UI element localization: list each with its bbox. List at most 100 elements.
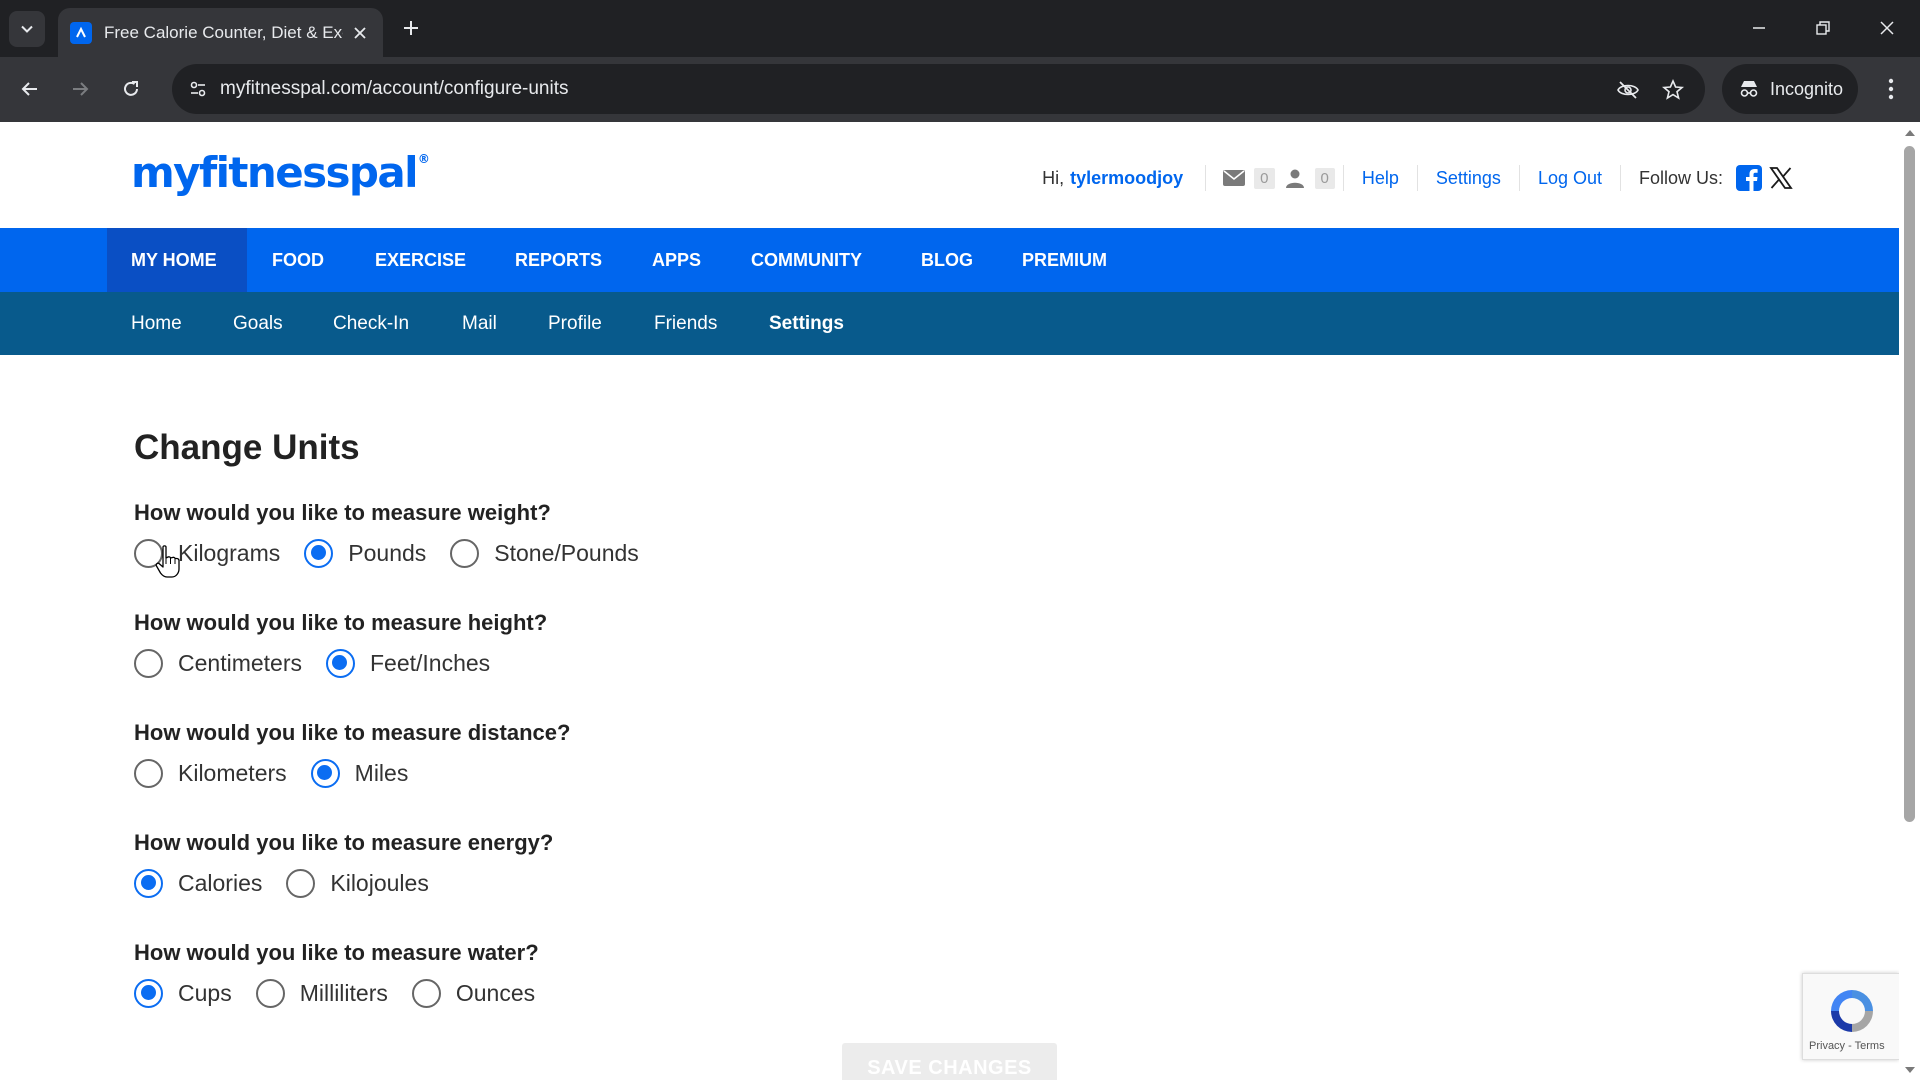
water-option-ounces[interactable]: Ounces xyxy=(411,978,535,1008)
reload-icon[interactable] xyxy=(114,72,148,106)
sub-navigation: Home Goals Check-In Mail Profile Friends… xyxy=(0,292,1899,355)
sub-nav-home[interactable]: Home xyxy=(131,292,182,355)
kilometers-label[interactable]: Kilometers xyxy=(178,760,287,787)
weight-option-pounds[interactable]: Pounds xyxy=(304,538,426,568)
recaptcha-badge[interactable]: Privacy - Terms xyxy=(1802,973,1899,1060)
height-options: Centimeters Feet/Inches xyxy=(134,645,514,681)
eye-slash-icon[interactable] xyxy=(1614,76,1642,104)
back-arrow-icon[interactable] xyxy=(13,72,47,106)
centimeters-label[interactable]: Centimeters xyxy=(178,650,302,677)
scrollbar-thumb[interactable] xyxy=(1904,146,1915,822)
distance-question: How would you like to measure distance? xyxy=(134,720,571,745)
pounds-label[interactable]: Pounds xyxy=(348,540,426,567)
kilojoules-label[interactable]: Kilojoules xyxy=(330,870,428,897)
main-nav-exercise[interactable]: EXERCISE xyxy=(375,228,466,292)
bookmark-star-icon[interactable] xyxy=(1659,76,1687,104)
scroll-up-arrow-icon[interactable] xyxy=(1899,124,1920,140)
close-window-icon[interactable] xyxy=(1869,12,1905,44)
recaptcha-privacy-terms[interactable]: Privacy - Terms xyxy=(1809,1040,1885,1052)
incognito-indicator[interactable]: Incognito xyxy=(1722,64,1858,114)
friend-request-person-icon[interactable] xyxy=(1283,166,1307,190)
sub-nav-settings[interactable]: Settings xyxy=(769,292,844,355)
calories-radio[interactable] xyxy=(134,868,163,898)
incognito-icon xyxy=(1740,81,1758,97)
pounds-radio[interactable] xyxy=(304,538,334,568)
logout-link[interactable]: Log Out xyxy=(1538,168,1602,189)
tab-title: Free Calorie Counter, Diet & Exercise xyxy=(104,22,343,42)
browser-tab-active[interactable]: Free Calorie Counter, Diet & Exercise xyxy=(58,8,383,57)
page-scrollbar[interactable] xyxy=(1899,122,1920,1080)
restore-window-icon[interactable] xyxy=(1805,12,1841,44)
water-options: Cups Milliliters Ounces xyxy=(134,975,559,1011)
divider xyxy=(1518,165,1520,191)
friend-count-badge[interactable]: 0 xyxy=(1314,167,1335,189)
feet-inches-radio[interactable] xyxy=(325,648,355,678)
sub-nav-profile[interactable]: Profile xyxy=(548,292,602,355)
energy-option-kilojoules[interactable]: Kilojoules xyxy=(286,868,429,898)
x-twitter-icon[interactable] xyxy=(1767,164,1795,192)
greeting-label: Hi, xyxy=(1042,167,1065,188)
cups-radio[interactable] xyxy=(134,978,163,1008)
distance-option-kilometers[interactable]: Kilometers xyxy=(134,758,287,788)
milliliters-radio[interactable] xyxy=(255,978,285,1008)
forward-arrow-icon[interactable] xyxy=(63,72,97,106)
tab-close-icon[interactable] xyxy=(349,22,371,44)
height-option-centimeters[interactable]: Centimeters xyxy=(134,648,302,678)
save-changes-button[interactable]: SAVE CHANGES xyxy=(842,1043,1057,1080)
centimeters-radio[interactable] xyxy=(134,648,163,678)
height-option-feet-inches[interactable]: Feet/Inches xyxy=(325,648,490,678)
mail-count-badge[interactable]: 0 xyxy=(1254,167,1275,189)
main-nav-premium[interactable]: PREMIUM xyxy=(1022,228,1107,292)
recaptcha-icon xyxy=(1831,990,1873,1032)
divider xyxy=(1619,165,1621,191)
water-option-milliliters[interactable]: Milliliters xyxy=(255,978,388,1008)
site-info-icon[interactable] xyxy=(180,71,216,107)
stone-pounds-label[interactable]: Stone/Pounds xyxy=(494,540,639,567)
url-text[interactable]: myfitnesspal.com/account/configure-units xyxy=(220,78,569,100)
minimize-window-icon[interactable] xyxy=(1741,12,1777,44)
sub-nav-goals[interactable]: Goals xyxy=(233,292,283,355)
miles-radio[interactable] xyxy=(310,758,340,788)
ounces-label[interactable]: Ounces xyxy=(456,980,535,1007)
address-bar[interactable]: myfitnesspal.com/account/configure-units xyxy=(172,64,1705,114)
water-option-cups[interactable]: Cups xyxy=(134,978,232,1008)
tab-search-button[interactable] xyxy=(9,11,45,47)
settings-link[interactable]: Settings xyxy=(1436,168,1501,189)
cups-label[interactable]: Cups xyxy=(178,980,232,1007)
new-tab-plus-icon[interactable] xyxy=(398,15,424,41)
scroll-down-arrow-icon[interactable] xyxy=(1899,1062,1920,1078)
distance-option-miles[interactable]: Miles xyxy=(310,758,409,788)
help-link[interactable]: Help xyxy=(1362,168,1399,189)
height-question: How would you like to measure height? xyxy=(134,610,548,635)
calories-label[interactable]: Calories xyxy=(178,870,262,897)
logo-text: myfitnesspal xyxy=(131,148,418,197)
logo-registered-mark: ® xyxy=(417,152,430,166)
ounces-radio[interactable] xyxy=(411,978,441,1008)
main-nav-food[interactable]: FOOD xyxy=(272,228,324,292)
sub-nav-friends[interactable]: Friends xyxy=(654,292,717,355)
sub-nav-mail[interactable]: Mail xyxy=(462,292,497,355)
weight-option-stone-pounds[interactable]: Stone/Pounds xyxy=(450,538,639,568)
follow-us-label: Follow Us: xyxy=(1638,167,1723,188)
username-link[interactable]: tylermoodjoy xyxy=(1070,168,1183,189)
feet-inches-label[interactable]: Feet/Inches xyxy=(370,650,490,677)
energy-question: How would you like to measure energy? xyxy=(134,830,554,855)
browser-menu-icon[interactable] xyxy=(1876,72,1906,106)
main-nav-community[interactable]: COMMUNITY xyxy=(751,228,862,292)
miles-label[interactable]: Miles xyxy=(355,760,409,787)
main-nav-reports[interactable]: REPORTS xyxy=(515,228,602,292)
sub-nav-check-in[interactable]: Check-In xyxy=(333,292,409,355)
main-nav-blog[interactable]: BLOG xyxy=(921,228,973,292)
kilometers-radio[interactable] xyxy=(134,758,163,788)
kilograms-label[interactable]: Kilograms xyxy=(178,540,280,567)
milliliters-label[interactable]: Milliliters xyxy=(300,980,388,1007)
main-nav-apps[interactable]: APPS xyxy=(652,228,701,292)
myfitnesspal-logo[interactable]: myfitnesspal® xyxy=(131,148,430,197)
energy-option-calories[interactable]: Calories xyxy=(134,868,262,898)
stone-pounds-radio[interactable] xyxy=(450,538,480,568)
kilojoules-radio[interactable] xyxy=(286,868,316,898)
facebook-icon[interactable] xyxy=(1735,164,1763,192)
energy-options: Calories Kilojoules xyxy=(134,865,453,901)
mail-envelope-icon[interactable] xyxy=(1222,166,1246,190)
main-nav-my-home[interactable]: MY HOME xyxy=(107,228,247,292)
